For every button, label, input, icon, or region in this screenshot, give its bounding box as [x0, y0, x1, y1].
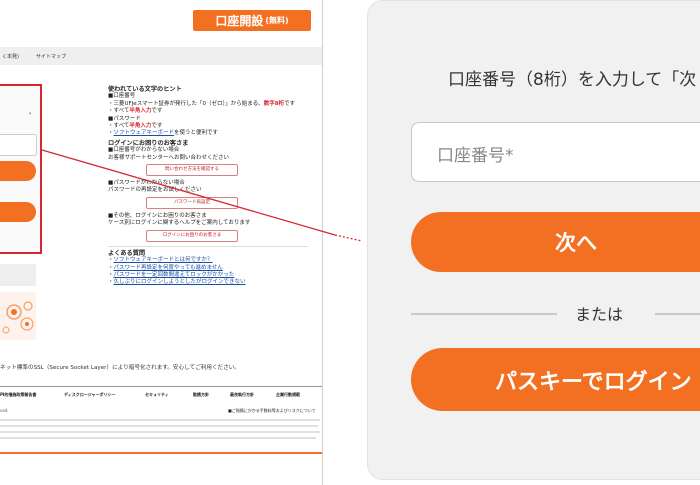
passkey-login-button[interactable]: パスキーでログイン	[411, 348, 700, 411]
trouble-q2-desc: パスワードの再設定をお試しください	[108, 187, 202, 194]
or-divider-right	[655, 313, 700, 315]
software-keyboard-link[interactable]: ソフトウェアキーボード	[114, 130, 175, 136]
footer-link[interactable]: 勧誘方針	[193, 392, 209, 398]
open-account-free: (無料)	[265, 16, 289, 25]
footer-text-line	[0, 431, 320, 433]
trouble-q1-title: ■口座番号がわからない場合	[108, 147, 180, 154]
account-hint-heading: ■口座番号	[108, 93, 136, 100]
password-hint-heading: ■パスワード	[108, 115, 141, 122]
login-form-highlight: 。	[0, 84, 42, 254]
footer-copyright: ved.	[0, 408, 9, 413]
footer-link[interactable]: 企業行動規範	[276, 392, 300, 398]
account-number-input[interactable]: 口座番号*	[411, 122, 700, 182]
account-hint-line2: ・すべて半角入力です	[108, 108, 163, 115]
mini-banner	[0, 264, 36, 286]
footer-text-line	[0, 437, 316, 439]
mini-next-button[interactable]	[0, 161, 36, 181]
zoomed-login-panel: 口座番号（8桁）を入力して「次 口座番号* 次へ または パスキーでログイン	[367, 0, 700, 480]
footer: PI的措施政策報告書 ディスクロージャーポリシー セキュリティ 勧誘方針 最良執…	[0, 386, 323, 481]
contact-method-button[interactable]: 問い合わせ方法を確認する	[146, 164, 238, 177]
page-edge	[322, 0, 323, 485]
mini-passkey-button[interactable]	[0, 202, 36, 222]
footer-risk-note[interactable]: ■ご指摘にかかる手数料等およびリスクについて	[228, 408, 316, 414]
footer-link[interactable]: セキュリティ	[145, 392, 169, 398]
footer-links: PI的措施政策報告書 ディスクロージャーポリシー セキュリティ 勧誘方針 最良執…	[0, 392, 323, 402]
faq-item[interactable]: ・パスワード再設定を何度やっても進めません	[108, 265, 308, 272]
footer-accent-rule	[0, 452, 323, 454]
or-label: または	[575, 305, 624, 324]
faq-heading: よくある質問	[108, 245, 308, 257]
hints-heading: 使われている文字のヒント	[108, 86, 182, 93]
footer-text-line	[0, 419, 320, 421]
login-instruction: 口座番号（8桁）を入力して「次	[448, 70, 697, 90]
login-hints: 使われている文字のヒント ■口座番号 ・三菱UFJeスマート証券が発行した「0（…	[108, 86, 308, 287]
faq-item[interactable]: ・ソフトウェアキーボードとは何ですか？	[108, 257, 308, 264]
faq-item[interactable]: ・久しぶりにログインしようとしたがログインできない	[108, 279, 308, 286]
password-reset-button[interactable]: パスワード再設定	[146, 196, 238, 209]
open-account-label: 口座開設	[215, 14, 264, 28]
nav-item-home[interactable]: く本発)	[2, 53, 19, 60]
mini-account-input[interactable]	[0, 134, 37, 156]
ssl-notice: ネット標準のSSL（Secure Socket Layer）により暗号化されます…	[0, 365, 240, 371]
security-illustration	[0, 292, 36, 340]
open-account-button[interactable]: 口座開設 (無料)	[193, 10, 311, 31]
password-hint-line2: ・ソフトウェアキーボードを使うと便利です	[108, 130, 219, 137]
trouble-q1-desc: お客様サポートセンターへお問い合わせください	[108, 154, 230, 161]
mini-login-page: 口座開設 (無料) く本発) サイトマップ 。 使われている文字のヒント ■口座…	[0, 0, 342, 485]
nav-bar: く本発) サイトマップ	[0, 47, 323, 65]
next-button[interactable]: 次へ	[411, 212, 700, 272]
footer-link[interactable]: ディスクロージャーポリシー	[64, 392, 115, 398]
login-form-dot: 。	[29, 109, 36, 116]
footer-link[interactable]: 最良執行方針	[230, 392, 254, 398]
trouble-q3-desc: ケース別にログインに関するヘルプをご案内しております	[108, 220, 251, 227]
footer-link[interactable]: PI的措施政策報告書	[0, 392, 36, 398]
footer-text-line	[0, 425, 318, 427]
login-help-button[interactable]: ログインにお困りのお客さま	[146, 229, 238, 242]
nav-item-sitemap[interactable]: サイトマップ	[36, 53, 66, 60]
or-divider-left	[411, 313, 557, 315]
